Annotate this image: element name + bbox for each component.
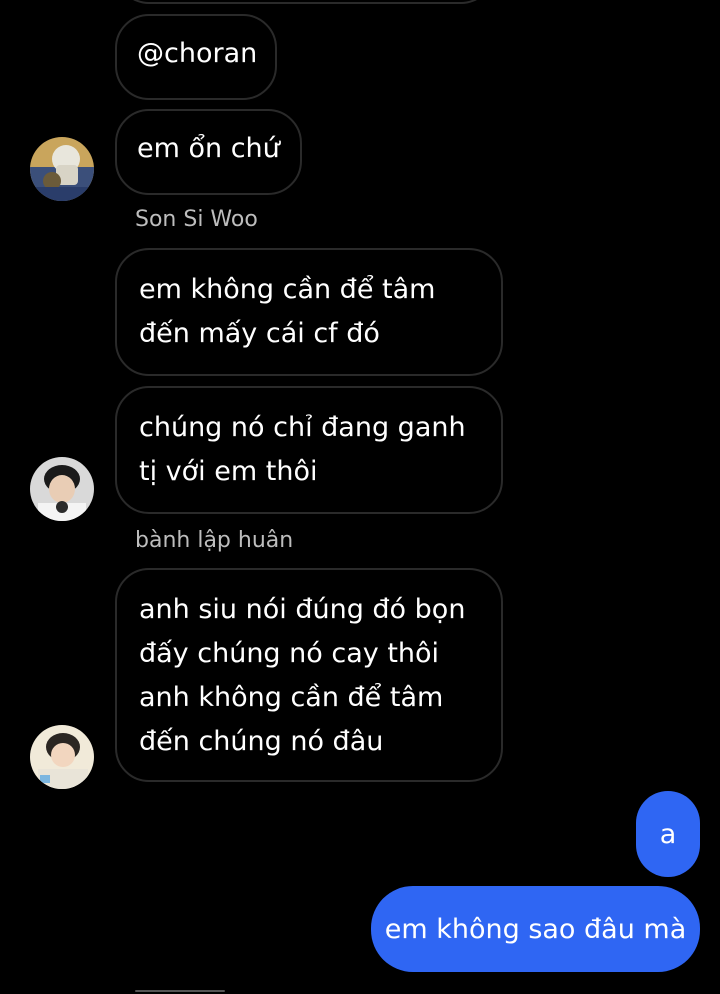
- message-bubble[interactable]: em không cần để tâm đến mấy cái cf đó: [115, 248, 503, 376]
- message-bubble[interactable]: em ổn chứ: [115, 109, 302, 195]
- sender-name: Son Si Woo: [135, 207, 258, 232]
- outgoing-message-bubble[interactable]: a: [636, 791, 700, 877]
- message-bubble[interactable]: chúng nó chỉ đang ganh tị với em thôi: [115, 386, 503, 514]
- message-text: em không cần để tâm đến mấy cái cf đó: [139, 274, 436, 349]
- outgoing-message-bubble[interactable]: em không sao đâu mà: [371, 886, 700, 972]
- partial-message-bubble: [115, 0, 495, 4]
- avatar[interactable]: [30, 137, 94, 201]
- message-text: em không sao đâu mà: [384, 913, 687, 945]
- avatar-image-icon: [30, 457, 94, 521]
- message-bubble[interactable]: @choran: [115, 14, 277, 100]
- message-text: a: [659, 818, 677, 850]
- message-text: @choran: [137, 38, 258, 69]
- avatar[interactable]: [30, 725, 94, 789]
- message-bubble[interactable]: anh siu nói đúng đó bọn đấy chúng nó cay…: [115, 568, 503, 782]
- message-text: em ổn chứ: [137, 133, 280, 164]
- message-text: anh siu nói đúng đó bọn đấy chúng nó cay…: [139, 594, 466, 757]
- sender-name: bành lập huân: [135, 528, 294, 553]
- message-text: chúng nó chỉ đang ganh tị với em thôi: [139, 412, 466, 487]
- avatar-image-icon: [30, 137, 94, 201]
- avatar[interactable]: [30, 457, 94, 521]
- avatar-image-icon: [30, 725, 94, 789]
